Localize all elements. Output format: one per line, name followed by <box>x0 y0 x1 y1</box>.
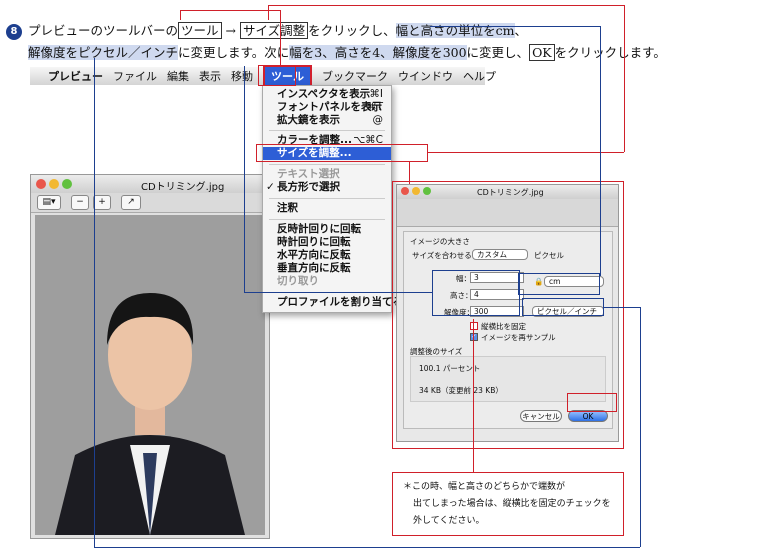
callout-line <box>428 152 624 153</box>
menu-bookmarks[interactable]: ブックマーク <box>322 68 388 84</box>
window-title: CDトリミング.jpg <box>141 182 225 193</box>
callout-line <box>624 5 625 152</box>
callout-line <box>640 307 641 547</box>
tool-label-box: ツール <box>178 22 222 39</box>
menu-item-flip-horizontal[interactable]: 水平方向に反転 <box>263 249 391 262</box>
menu-separator <box>269 198 385 199</box>
callout-line <box>94 58 95 548</box>
resolution-instruction-highlight: 解像度をピクセル／インチ <box>28 45 179 60</box>
note-line: 出てしまった場合は、縦横比を固定のチェックを <box>413 499 611 509</box>
callout-line <box>600 26 601 276</box>
callout-line <box>280 10 281 65</box>
menu-separator <box>269 219 385 220</box>
menu-item-inspector[interactable]: インスペクタを表示 ⌘I <box>263 88 391 101</box>
callout-line <box>268 5 624 6</box>
instruction-line-1: プレビューのツールバーの ツール → サイズ調整 をクリックし、幅と高さの単位をcm… <box>28 20 527 39</box>
instruction-text: に変更します。次に <box>178 45 290 60</box>
callout-line <box>244 292 432 293</box>
zoom-button[interactable] <box>62 179 72 189</box>
callout-line <box>94 547 640 548</box>
tools-menu: インスペクタを表示 ⌘I フォントパネルを表示 ⌘T 拡大鏡を表示 @ カラーを調整.… <box>262 85 415 313</box>
instruction-text: に変更し、 <box>466 45 530 60</box>
step-number-badge: 8 <box>6 24 22 40</box>
sidebar-toggle-icon[interactable]: ▤▾ <box>37 195 61 210</box>
window-titlebar: CDトリミング.jpg <box>31 175 269 193</box>
zoom-out-icon[interactable]: − <box>71 195 89 210</box>
adjust-size-highlight-frame <box>256 144 428 162</box>
note-callout-line <box>473 319 474 472</box>
menu-item-crop[interactable]: 切り取り <box>263 275 391 288</box>
menu-separator <box>269 164 385 165</box>
checkmark-icon: ✓ <box>266 181 275 193</box>
close-button[interactable] <box>36 179 46 189</box>
minimize-button[interactable] <box>49 179 59 189</box>
instruction-line-2: 解像度をピクセル／インチに変更します。次に幅を3、高さを4、解像度を300に変更… <box>28 42 666 61</box>
callout-line <box>604 307 640 308</box>
callout-line <box>180 10 280 11</box>
values-highlight-frame <box>432 270 520 316</box>
menu-item-font-panel[interactable]: フォントパネルを表示 ⌘T <box>263 101 391 114</box>
note-line: 外してください。 <box>413 516 485 526</box>
menu-file[interactable]: ファイル <box>113 68 157 84</box>
menu-item-assign-profile[interactable]: プロファイルを割り当てる... <box>263 296 415 309</box>
menu-item-annotate[interactable]: 注釈 <box>263 202 391 215</box>
note-box: ＊この時、幅と高さのどちらかで端数が 出てしまった場合は、縦横比を固定のチェック… <box>392 472 624 536</box>
menu-window[interactable]: ウインドウ <box>398 68 453 84</box>
callout-line <box>268 5 269 20</box>
menu-item-magnifier[interactable]: 拡大鏡を表示 @ <box>263 114 391 127</box>
preview-window: CDトリミング.jpg ▤▾ − + ↗ <box>30 174 270 539</box>
size-adjust-label-box: サイズ調整 <box>239 22 309 39</box>
portrait-image <box>35 215 265 535</box>
callout-line <box>430 26 600 27</box>
menu-item-text-select[interactable]: テキスト選択 <box>263 168 391 181</box>
menu-view[interactable]: 表示 <box>199 68 221 84</box>
share-icon[interactable]: ↗ <box>121 195 141 210</box>
menu-item-rotate-right[interactable]: 時計回りに回転 <box>263 236 391 249</box>
menu-item-rotate-left[interactable]: 反時計回りに回転 <box>263 223 391 236</box>
arrow-icon: → <box>225 23 236 38</box>
callout-line <box>180 10 181 20</box>
tools-highlight-frame <box>258 65 296 86</box>
resolution-unit-highlight-frame <box>522 298 604 316</box>
ok-highlight-frame <box>567 393 617 412</box>
zoom-in-icon[interactable]: + <box>93 195 111 210</box>
menu-go[interactable]: 移動 <box>231 68 253 84</box>
unit-highlight-frame <box>518 273 600 295</box>
instruction-text: をクリックします。 <box>554 45 666 60</box>
menu-edit[interactable]: 編集 <box>167 68 189 84</box>
values-instruction-highlight: 幅を3、高さを4、解像度を300 <box>289 45 467 60</box>
menu-item-flip-vertical[interactable]: 垂直方向に反転 <box>263 262 391 275</box>
window-toolbar: ▤▾ − + ↗ <box>31 193 269 213</box>
instruction-text: をクリックし、 <box>308 23 396 38</box>
menu-help[interactable]: ヘルプ <box>463 68 496 84</box>
instruction-text: プレビューのツールバーの <box>28 23 179 38</box>
menu-item-rect-select[interactable]: ✓ 長方形で選択 <box>263 181 391 194</box>
callout-line <box>244 66 245 292</box>
note-line: ＊この時、幅と高さのどちらかで端数が <box>403 482 566 492</box>
menu-separator <box>269 130 385 131</box>
ok-label-box: OK <box>529 44 555 61</box>
